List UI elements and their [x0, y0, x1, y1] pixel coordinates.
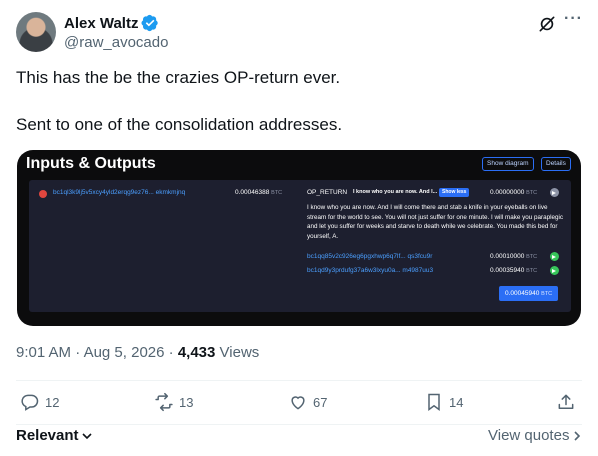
author-name[interactable]: Alex Waltz — [64, 15, 138, 32]
repost-count: 13 — [179, 394, 194, 410]
bookmark-icon — [428, 393, 440, 411]
divider — [16, 380, 582, 381]
verified-badge-icon — [141, 14, 159, 32]
reply-count: 12 — [45, 394, 60, 410]
output-unspent-arrow-icon — [550, 252, 559, 261]
op-return-message: I know who you are now. And I will come … — [307, 204, 564, 240]
author-name-row[interactable]: Alex Waltz — [64, 14, 159, 32]
total-amount-value: 0.00045940 — [505, 290, 540, 297]
media-title: Inputs & Outputs — [26, 155, 156, 172]
sort-label: Relevant — [16, 427, 79, 444]
tweet-time[interactable]: 9:01 AM — [16, 344, 71, 361]
avatar[interactable] — [16, 12, 56, 52]
tweet-media-image[interactable]: Inputs & Outputs Show diagram Details bc… — [17, 150, 581, 326]
divider — [16, 424, 582, 425]
meta-separator: · — [75, 344, 81, 361]
repost-icon — [155, 392, 173, 412]
grok-icon[interactable] — [537, 14, 557, 34]
op-return-amount: 0.00000000 BTC — [490, 189, 537, 196]
share-icon — [558, 394, 574, 409]
tweet-date[interactable]: Aug 5, 2026 — [84, 344, 165, 361]
views-label: Views — [219, 344, 260, 361]
like-count: 67 — [313, 394, 328, 410]
output-amount-1-value: 0.00010000 — [490, 253, 525, 260]
input-amount: 0.00046388 BTC — [235, 189, 282, 196]
input-spent-icon — [39, 190, 47, 198]
op-return-short-text: I know who you are now. And I... — [353, 189, 438, 195]
tweet-line-1: This has the be the crazies OP-return ev… — [16, 68, 341, 87]
repost-button[interactable]: 13 — [154, 392, 193, 412]
bookmark-count: 14 — [449, 394, 464, 410]
tweet-line-2: Sent to one of the consolidation address… — [16, 115, 343, 134]
transaction-panel: bc1ql3k9lj5v5xcy4yld2erqg9ez76... ekmkmj… — [29, 180, 571, 312]
total-amount-badge: 0.00045940 BTC — [499, 286, 559, 301]
action-bar: 12 13 67 14 — [16, 392, 582, 416]
meta-separator: · — [168, 344, 174, 361]
output-address-1: bc1qq85v2c926eg6pgxhwp6q7lf... qs3fcu9r — [307, 253, 433, 260]
share-button[interactable] — [556, 392, 576, 412]
chevron-down-icon — [81, 432, 92, 439]
show-less-button: Show less — [439, 188, 470, 197]
output-amount-1: 0.00010000 BTC — [490, 253, 537, 260]
view-quotes-link[interactable]: View quotes — [488, 427, 582, 444]
more-options-icon[interactable]: ··· — [564, 11, 584, 32]
input-amount-unit: BTC — [271, 190, 283, 196]
output-amount-2-value: 0.00035940 — [490, 267, 525, 274]
op-return-arrow-icon — [550, 188, 559, 197]
like-button[interactable]: 67 — [288, 392, 327, 412]
tweet-meta: 9:01 AM · Aug 5, 2026 · 4,433 Views — [16, 344, 259, 361]
output-amount-1-unit: BTC — [526, 254, 538, 260]
op-return-amount-value: 0.00000000 — [490, 189, 525, 196]
sort-replies-dropdown[interactable]: Relevant — [16, 427, 93, 444]
chevron-right-icon — [574, 430, 581, 441]
details-button: Details — [541, 157, 571, 171]
show-diagram-button: Show diagram — [482, 157, 534, 171]
author-handle[interactable]: @raw_avocado — [64, 34, 168, 51]
total-amount-unit: BTC — [541, 291, 553, 297]
tweet-text: This has the be the crazies OP-return ev… — [16, 66, 576, 136]
output-amount-2-unit: BTC — [526, 268, 538, 274]
input-amount-value: 0.00046388 — [235, 189, 270, 196]
views-count: 4,433 — [177, 344, 216, 361]
input-address: bc1ql3k9lj5v5xcy4yld2erqg9ez76... ekmkmj… — [53, 189, 186, 196]
output-address-2: bc1qd9y3prdufg37a6w3lxyu0a... m4987uu3 — [307, 267, 434, 274]
op-return-amount-unit: BTC — [526, 190, 538, 196]
op-return-label: OP_RETURN — [307, 189, 348, 196]
reply-icon — [21, 394, 39, 411]
heart-icon — [291, 396, 305, 410]
output-unspent-arrow-icon — [550, 266, 559, 275]
view-quotes-label: View quotes — [488, 427, 570, 444]
reply-button[interactable]: 12 — [20, 392, 59, 412]
output-amount-2: 0.00035940 BTC — [490, 267, 537, 274]
bookmark-button[interactable]: 14 — [424, 392, 463, 412]
